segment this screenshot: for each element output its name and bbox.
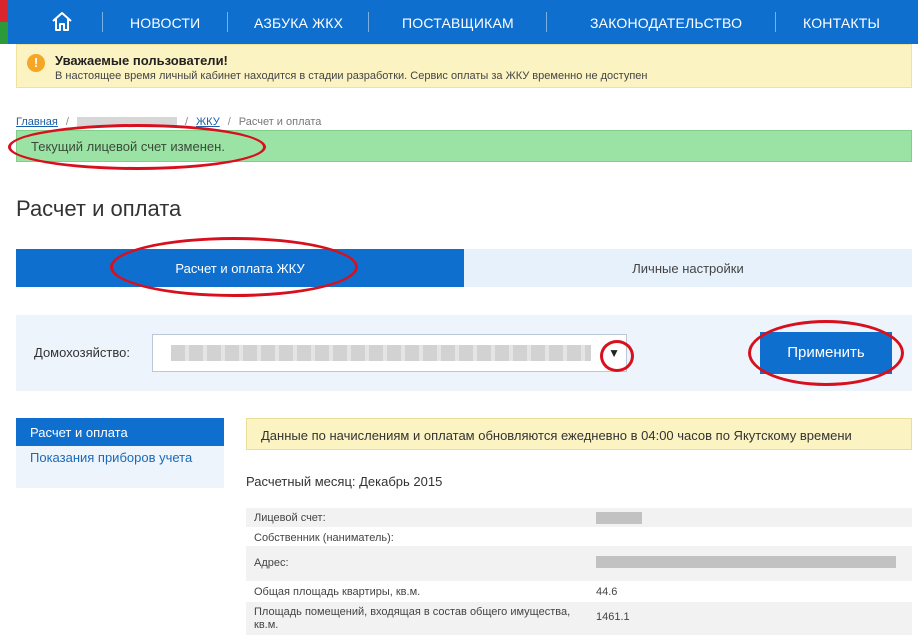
row-value: 44.6 <box>596 586 618 598</box>
breadcrumb-current: Расчет и оплата <box>238 116 322 128</box>
redacted-value <box>596 512 642 524</box>
update-info-box: Данные по начислениям и оплатам обновляю… <box>246 418 912 450</box>
chevron-down-icon[interactable]: ▼ <box>608 346 620 360</box>
top-navigation: НОВОСТИ АЗБУКА ЖКХ ПОСТАВЩИКАМ ЗАКОНОДАТ… <box>0 0 918 44</box>
row-key: Адрес: <box>254 557 289 569</box>
row-key: Общая площадь квартиры, кв.м. <box>254 586 421 598</box>
row-value: 1461.1 <box>596 611 630 623</box>
page-title: Расчет и оплата <box>16 196 182 221</box>
update-info-text: Данные по начислениям и оплатам обновляю… <box>261 428 852 443</box>
tab-settings[interactable]: Личные настройки <box>464 249 912 287</box>
nav-divider <box>368 12 369 32</box>
breadcrumb-redacted <box>76 117 177 128</box>
page: НОВОСТИ АЗБУКА ЖКХ ПОСТАВЩИКАМ ЗАКОНОДАТ… <box>0 0 918 643</box>
breadcrumb-housing[interactable]: ЖКУ <box>196 116 220 128</box>
table-row: Общая площадь квартиры, кв.м. 44.6 <box>246 582 912 602</box>
nav-legislation[interactable]: ЗАКОНОДАТЕЛЬСТВО <box>590 0 742 44</box>
row-key: Площадь помещений, входящая в состав общ… <box>254 606 571 631</box>
warning-banner: ! Уважаемые пользователи! В настоящее вр… <box>16 44 912 88</box>
nav-contacts[interactable]: КОНТАКТЫ <box>803 0 880 44</box>
success-alert: Текущий лицевой счет изменен. <box>16 130 912 162</box>
success-alert-text: Текущий лицевой счет изменен. <box>31 139 225 154</box>
row-key: Собственник (наниматель): <box>254 532 394 544</box>
warning-icon: ! <box>27 54 45 72</box>
nav-suppliers[interactable]: ПОСТАВЩИКАМ <box>402 0 514 44</box>
household-select[interactable]: ▼ <box>152 334 627 372</box>
billing-month: Расчетный месяц: Декабрь 2015 <box>246 474 443 489</box>
account-details-table: Лицевой счет: Собственник (наниматель): … <box>246 508 912 636</box>
flag-stripe <box>0 0 8 44</box>
row-value <box>596 512 642 527</box>
table-row: Лицевой счет: <box>246 508 912 528</box>
redacted-value <box>596 556 896 568</box>
row-value <box>596 556 896 571</box>
tab-payment[interactable]: Расчет и оплата ЖКУ <box>16 249 464 287</box>
sidebar: Расчет и оплата Показания приборов учета <box>16 418 224 488</box>
warning-text: В настоящее время личный кабинет находит… <box>55 70 648 82</box>
nav-divider <box>227 12 228 32</box>
nav-divider <box>102 12 103 32</box>
home-icon[interactable] <box>50 10 74 34</box>
table-row: Собственник (наниматель): <box>246 528 912 546</box>
nav-housing-abc[interactable]: АЗБУКА ЖКХ <box>254 0 343 44</box>
table-row: Площадь помещений, входящая в состав общ… <box>246 602 912 636</box>
household-label: Домохозяйство: <box>34 345 130 360</box>
nav-divider <box>546 12 547 32</box>
warning-title: Уважаемые пользователи! <box>55 53 228 68</box>
household-panel: Домохозяйство: ▼ Применить <box>16 315 912 391</box>
breadcrumb: Главная / / ЖКУ / Расчет и оплата <box>16 116 322 128</box>
row-key: Лицевой счет: <box>254 512 326 524</box>
nav-news[interactable]: НОВОСТИ <box>130 0 200 44</box>
household-value-redacted <box>171 345 591 361</box>
nav-divider <box>775 12 776 32</box>
table-row: Адрес: <box>246 546 912 582</box>
sidebar-item-payment[interactable]: Расчет и оплата <box>16 418 224 446</box>
breadcrumb-home[interactable]: Главная <box>16 116 58 128</box>
apply-button[interactable]: Применить <box>760 332 892 374</box>
sidebar-item-meter-readings[interactable]: Показания приборов учета <box>16 446 224 488</box>
